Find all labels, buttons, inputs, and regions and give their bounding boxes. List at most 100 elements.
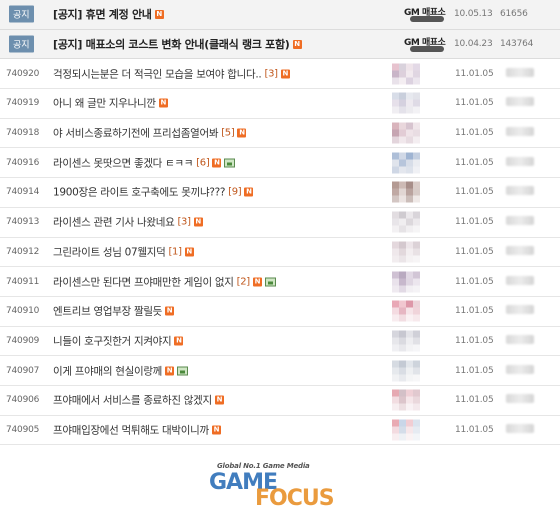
pixel-block: [399, 300, 406, 308]
pixel-block: [406, 70, 413, 78]
pixel-block: [406, 188, 413, 196]
pixel-block: [392, 241, 399, 249]
pixelated-nickname: [392, 419, 420, 441]
author-avatar-pixelated[interactable]: [392, 122, 420, 144]
pixel-block: [399, 344, 406, 352]
pixel-block: [413, 255, 420, 263]
blur-block: [506, 394, 534, 404]
pixel-block: [406, 337, 413, 345]
author-avatar-pixelated[interactable]: [392, 271, 420, 293]
post-title-link[interactable]: [공지] 휴면 계정 안내 N: [53, 6, 164, 22]
author-avatar-pixelated[interactable]: [392, 330, 420, 352]
pixel-block: [413, 271, 420, 279]
post-title-link[interactable]: 프야매에서 서비스를 종료하진 않겠지 N: [53, 393, 224, 408]
pixel-block: [406, 330, 413, 338]
author-avatar-pixelated[interactable]: [392, 152, 420, 174]
post-row[interactable]: 740916 라이센스 못땃으면 좋겠다 ㅌㅋㅋ [6] N 11.01.05: [0, 148, 560, 179]
pixel-block: [406, 241, 413, 249]
post-row[interactable]: 740919 아니 왜 글만 지우나니깐 N 11.01.05: [0, 89, 560, 119]
author-avatar-pixelated[interactable]: [392, 419, 420, 441]
new-icon: N: [244, 187, 254, 197]
post-title-link[interactable]: 아니 왜 글만 지우나니깐 N: [53, 96, 168, 111]
pixel-block: [392, 129, 399, 137]
comment-count[interactable]: [9]: [228, 187, 242, 198]
comment-count[interactable]: [3]: [264, 68, 278, 79]
author-avatar-pixelated[interactable]: [392, 63, 420, 85]
comment-count[interactable]: [6]: [196, 157, 210, 168]
author-avatar-pixelated[interactable]: [392, 389, 420, 411]
pixel-block: [392, 314, 399, 322]
pixel-block: [406, 106, 413, 114]
post-title-link[interactable]: 라이센스만 된다면 프야매만한 게임이 없지 [2] N: [53, 274, 276, 289]
post-title-text: 그린라이트 성님 07웰지덕: [53, 246, 166, 259]
gm-author-badge[interactable]: GM 매표소: [404, 35, 448, 53]
post-title-text: 1900장은 라이트 호구축에도 못끼냐???: [53, 186, 226, 199]
post-title-link[interactable]: [공지] 매표소의 코스트 변화 안내(클래식 랭크 포함) N: [53, 36, 302, 52]
post-title-link[interactable]: 이게 프야매의 현실이랑께 N: [53, 363, 189, 378]
post-title-link[interactable]: 라이센스 관련 기사 나왔네요 [3] N: [53, 215, 203, 230]
new-icon: N: [252, 277, 262, 287]
author-avatar-pixelated[interactable]: [392, 181, 420, 203]
pixel-block: [406, 122, 413, 130]
post-number: 740914: [6, 187, 40, 198]
post-date: 11.01.05: [455, 395, 494, 406]
notice-row[interactable]: 공지 [공지] 휴면 계정 안내 N GM 매표소 10.05.13 61656: [0, 0, 560, 30]
post-row[interactable]: 740913 라이센스 관련 기사 나왔네요 [3] N 11.01.05: [0, 208, 560, 238]
pixel-block: [392, 166, 399, 174]
blurred-views: [500, 127, 534, 139]
comment-count[interactable]: [2]: [237, 276, 251, 287]
post-row[interactable]: 740905 프야매입장에선 먹튀해도 대박이니까 N 11.01.05: [0, 416, 560, 446]
comment-count[interactable]: [1]: [168, 246, 182, 257]
pixelated-nickname: [392, 211, 420, 233]
post-title-link[interactable]: 걱정되시는분은 더 적극인 모습을 보여야 합니다.. [3] N: [53, 66, 290, 81]
comment-count[interactable]: [5]: [221, 128, 235, 139]
author-avatar-pixelated[interactable]: [392, 211, 420, 233]
pixel-block: [413, 77, 420, 85]
blurred-views: [500, 334, 534, 347]
pixel-block: [392, 307, 399, 315]
pixel-block: [392, 159, 399, 167]
post-row[interactable]: 740912 그린라이트 성님 07웰지덕 [1] N 11.01.05: [0, 238, 560, 268]
pixel-block: [413, 195, 420, 203]
post-title-link[interactable]: 1900장은 라이트 호구축에도 못끼냐??? [9] N: [53, 185, 254, 200]
pixel-block: [392, 195, 399, 203]
pixel-block: [406, 307, 413, 315]
post-row[interactable]: 740910 엔트리브 영업부장 짤릴듯 N 11.01.05: [0, 297, 560, 327]
pixel-block: [406, 314, 413, 322]
blurred-views: [500, 67, 534, 80]
post-date: 11.01.05: [455, 246, 494, 257]
post-row[interactable]: 740920 걱정되시는분은 더 적극인 모습을 보여야 합니다.. [3] N 11.…: [0, 59, 560, 90]
author-avatar-pixelated[interactable]: [392, 92, 420, 114]
post-date: 11.01.05: [455, 217, 494, 228]
post-number: 740909: [6, 335, 40, 346]
post-row[interactable]: 740906 프야매에서 서비스를 종료하진 않겠지 N 11.01.05: [0, 386, 560, 416]
pixel-block: [392, 337, 399, 345]
post-title-link[interactable]: 라이센스 못땃으면 좋겠다 ㅌㅋㅋ [6] N: [53, 155, 236, 170]
pixel-block: [399, 330, 406, 338]
pixel-block: [413, 92, 420, 100]
pixel-block: [392, 330, 399, 338]
post-title-link[interactable]: 그린라이트 성님 07웰지덕 [1] N: [53, 244, 194, 259]
author-avatar-pixelated[interactable]: [392, 241, 420, 263]
post-row[interactable]: 740911 라이센스만 된다면 프야매만한 게임이 없지 [2] N 11.01.05: [0, 267, 560, 297]
post-title-link[interactable]: 야 서비스종료하기전에 프리섭좀열어봐 [5] N: [53, 126, 247, 141]
blur-block: [506, 364, 534, 374]
post-row[interactable]: 740918 야 서비스종료하기전에 프리섭좀열어봐 [5] N 11.01.05: [0, 119, 560, 149]
post-row[interactable]: 740914 1900장은 라이트 호구축에도 못끼냐??? [9] N 11.01.0…: [0, 178, 560, 208]
comment-count[interactable]: [3]: [177, 217, 191, 228]
pixel-block: [406, 181, 413, 189]
post-title-text: 니들이 호구짓한거 지켜야지: [53, 335, 172, 348]
post-title-link[interactable]: 엔트리브 영업부장 짤릴듯 N: [53, 304, 175, 319]
post-date: 10.05.13: [454, 9, 493, 20]
post-row[interactable]: 740907 이게 프야매의 현실이랑께 N 11.01.05: [0, 356, 560, 386]
pixel-block: [413, 403, 420, 411]
gm-author-badge[interactable]: GM 매표소: [404, 5, 448, 23]
post-title-link[interactable]: 프야매입장에선 먹튀해도 대박이니까 N: [53, 422, 221, 437]
author-avatar-pixelated[interactable]: [392, 360, 420, 382]
gm-logo-bar: [410, 46, 444, 53]
post-row[interactable]: 740909 니들이 호구짓한거 지켜야지 N 11.01.05: [0, 327, 560, 357]
author-avatar-pixelated[interactable]: [392, 300, 420, 322]
post-title-link[interactable]: 니들이 호구짓한거 지켜야지 N: [53, 333, 184, 348]
pixel-block: [399, 374, 406, 382]
notice-row[interactable]: 공지 [공지] 매표소의 코스트 변화 안내(클래식 랭크 포함) N GM 매…: [0, 29, 560, 60]
